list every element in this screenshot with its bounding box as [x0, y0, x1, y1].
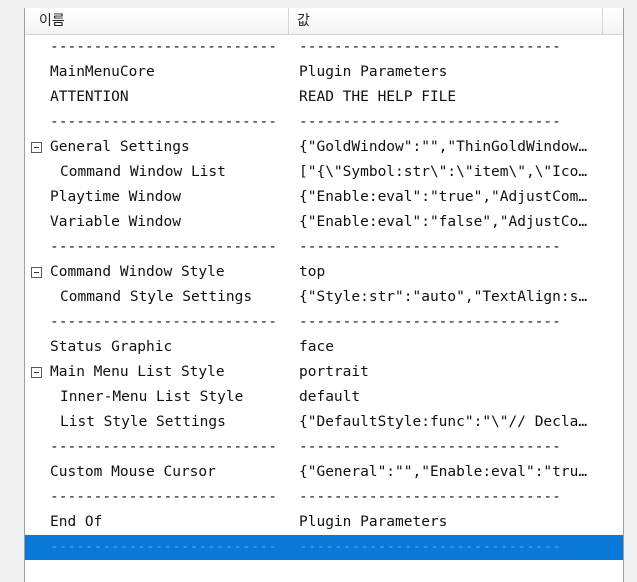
- row-value: ------------------------------: [299, 239, 561, 255]
- row-value: {"General":"","Enable:eval":"tru…: [299, 464, 588, 480]
- row-name: End Of: [50, 514, 103, 530]
- row-value: ------------------------------: [299, 39, 561, 55]
- collapse-icon[interactable]: [31, 367, 42, 378]
- list-row-status-graphic[interactable]: Status Graphic face: [25, 335, 623, 360]
- collapse-icon[interactable]: [31, 142, 42, 153]
- row-value: ------------------------------: [299, 114, 561, 130]
- row-name: Status Graphic: [50, 339, 173, 355]
- row-name: Command Window Style: [50, 264, 225, 280]
- row-value: Plugin Parameters: [299, 64, 448, 80]
- list-row-separator[interactable]: -------------------------- -------------…: [25, 110, 623, 135]
- row-name: Variable Window: [50, 214, 181, 230]
- row-value: face: [299, 339, 334, 355]
- list-row-main-menu-list-style[interactable]: Main Menu List Style portrait: [25, 360, 623, 385]
- row-name: --------------------------: [50, 39, 277, 55]
- list-row-separator[interactable]: -------------------------- -------------…: [25, 235, 623, 260]
- list-row-command-window-list[interactable]: Command Window List ["{\"Symbol:str\":\"…: [25, 160, 623, 185]
- list-row-end-of[interactable]: End Of Plugin Parameters: [25, 510, 623, 535]
- row-name: Command Window List: [60, 164, 226, 180]
- row-value: ------------------------------: [299, 439, 561, 455]
- list-row-attention[interactable]: ATTENTION READ THE HELP FILE: [25, 85, 623, 110]
- list-row-separator[interactable]: -------------------------- -------------…: [25, 485, 623, 510]
- row-name: --------------------------: [50, 314, 277, 330]
- column-header-name[interactable]: 이름: [25, 8, 289, 35]
- list-row-separator[interactable]: -------------------------- -------------…: [25, 310, 623, 335]
- list-row-mainmenucore[interactable]: MainMenuCore Plugin Parameters: [25, 60, 623, 85]
- row-value: {"Enable:eval":"false","AdjustCo…: [299, 214, 588, 230]
- row-value: {"GoldWindow":"","ThinGoldWindow…: [299, 139, 588, 155]
- list-row-separator-selected[interactable]: -------------------------- -------------…: [25, 535, 623, 560]
- row-name: MainMenuCore: [50, 64, 155, 80]
- window-top-edge: [0, 0, 637, 8]
- row-value: {"Enable:eval":"true","AdjustCom…: [299, 189, 588, 205]
- row-name: --------------------------: [50, 539, 277, 555]
- row-value: ------------------------------: [299, 314, 561, 330]
- row-name: --------------------------: [50, 439, 277, 455]
- row-value: top: [299, 264, 326, 280]
- list-row-command-window-style[interactable]: Command Window Style top: [25, 260, 623, 285]
- list-row-general-settings[interactable]: General Settings {"GoldWindow":"","ThinG…: [25, 135, 623, 160]
- row-value: portrait: [299, 364, 369, 380]
- list-row-playtime-window[interactable]: Playtime Window {"Enable:eval":"true","A…: [25, 185, 623, 210]
- row-value: Plugin Parameters: [299, 514, 448, 530]
- column-header-value[interactable]: 값: [289, 8, 603, 35]
- list-row-separator[interactable]: -------------------------- -------------…: [25, 35, 623, 60]
- row-value: default: [299, 389, 361, 405]
- row-name: General Settings: [50, 139, 190, 155]
- row-name: --------------------------: [50, 239, 277, 255]
- row-name: --------------------------: [50, 489, 277, 505]
- list-row-list-style-settings[interactable]: List Style Settings {"DefaultStyle:func"…: [25, 410, 623, 435]
- row-value: {"DefaultStyle:func":"\"// Decla…: [299, 414, 588, 430]
- row-name: Custom Mouse Cursor: [50, 464, 216, 480]
- row-name: Playtime Window: [50, 189, 181, 205]
- row-value: ------------------------------: [299, 489, 561, 505]
- plugin-parameters-window: 이름 값 -------------------------- --------…: [0, 0, 637, 582]
- row-name: Command Style Settings: [60, 289, 253, 305]
- row-value: READ THE HELP FILE: [299, 89, 457, 105]
- list-row-variable-window[interactable]: Variable Window {"Enable:eval":"false","…: [25, 210, 623, 235]
- row-name: ATTENTION: [50, 89, 129, 105]
- collapse-icon[interactable]: [31, 267, 42, 278]
- column-header-filler: [603, 8, 623, 35]
- row-name: List Style Settings: [60, 414, 226, 430]
- list-rows: -------------------------- -------------…: [25, 35, 623, 560]
- list-row-inner-menu-list-style[interactable]: Inner-Menu List Style default: [25, 385, 623, 410]
- row-value: ["{\"Symbol:str\":\"item\",\"Ico…: [299, 164, 588, 180]
- row-name: --------------------------: [50, 114, 277, 130]
- row-name: Main Menu List Style: [50, 364, 225, 380]
- row-name: Inner-Menu List Style: [60, 389, 244, 405]
- list-row-separator[interactable]: -------------------------- -------------…: [25, 435, 623, 460]
- row-value: ------------------------------: [299, 539, 561, 555]
- list-row-command-style-settings[interactable]: Command Style Settings {"Style:str":"aut…: [25, 285, 623, 310]
- list-header: 이름 값: [25, 8, 623, 35]
- row-value: {"Style:str":"auto","TextAlign:s…: [299, 289, 588, 305]
- parameter-list[interactable]: 이름 값 -------------------------- --------…: [24, 8, 624, 582]
- list-row-custom-mouse-cursor[interactable]: Custom Mouse Cursor {"General":"","Enabl…: [25, 460, 623, 485]
